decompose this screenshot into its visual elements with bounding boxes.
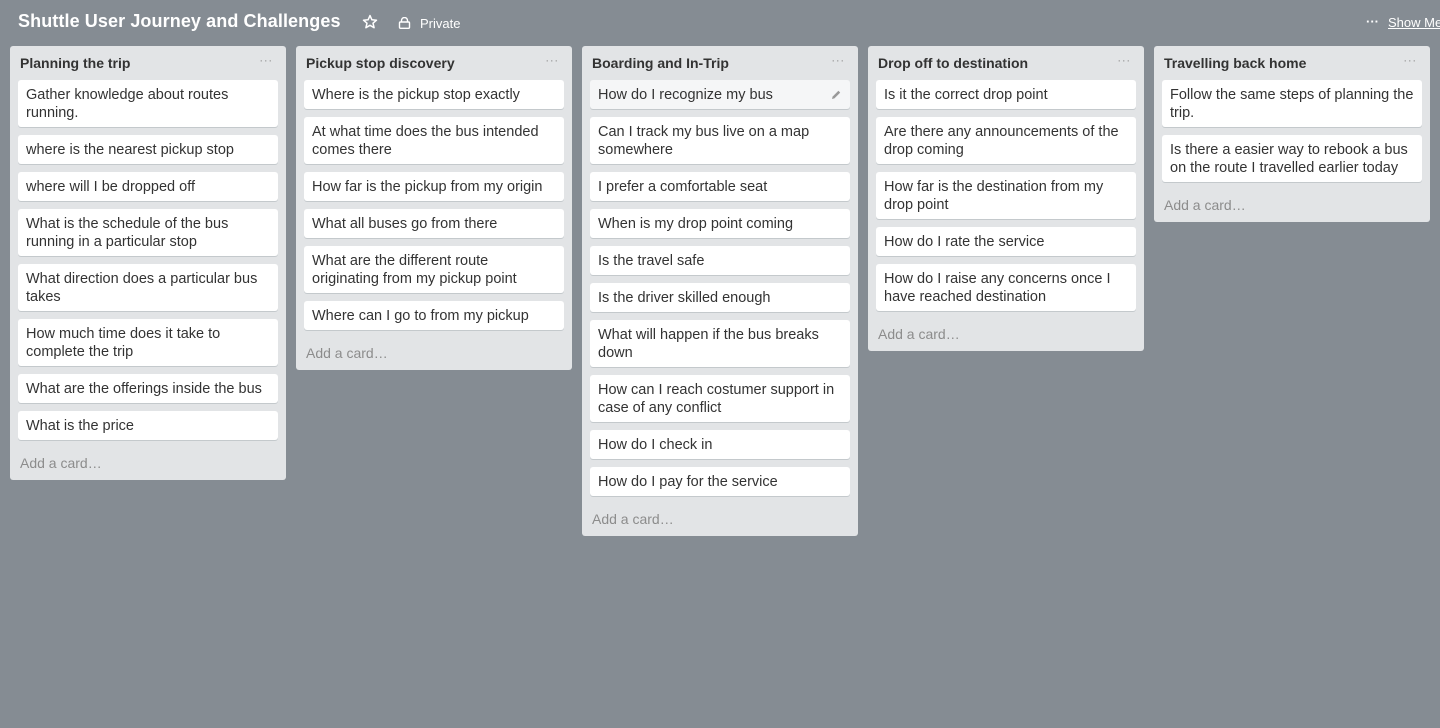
card[interactable]: where will I be dropped off <box>18 172 278 201</box>
card[interactable]: Gather knowledge about routes running. <box>18 80 278 127</box>
list-header: Drop off to destination ··· <box>876 46 1136 80</box>
card-text: How do I recognize my bus <box>598 87 773 103</box>
pencil-icon[interactable] <box>830 89 842 101</box>
card[interactable]: How do I pay for the service <box>590 467 850 496</box>
add-card-button[interactable]: Add a card… <box>590 504 850 536</box>
card[interactable]: What will happen if the bus breaks down <box>590 320 850 367</box>
list-header: Pickup stop discovery ··· <box>304 46 564 80</box>
list-menu-icon[interactable]: ··· <box>256 53 276 69</box>
card[interactable]: Follow the same steps of planning the tr… <box>1162 80 1422 127</box>
card[interactable]: When is my drop point coming <box>590 209 850 238</box>
card[interactable]: How far is the destination from my drop … <box>876 172 1136 219</box>
card[interactable]: How do I raise any concerns once I have … <box>876 264 1136 311</box>
card[interactable]: Where can I go to from my pickup <box>304 301 564 330</box>
add-card-button[interactable]: Add a card… <box>876 319 1136 351</box>
list-travelling-back-home: Travelling back home ··· Follow the same… <box>1154 46 1430 222</box>
list-drop-off-to-destination: Drop off to destination ··· Is it the co… <box>868 46 1144 351</box>
card[interactable]: How can I reach costumer support in case… <box>590 375 850 422</box>
list-title[interactable]: Travelling back home <box>1164 55 1306 71</box>
list-title[interactable]: Pickup stop discovery <box>306 55 455 71</box>
card[interactable]: How much time does it take to complete t… <box>18 319 278 366</box>
list-title[interactable]: Boarding and In-Trip <box>592 55 729 71</box>
card[interactable]: where is the nearest pickup stop <box>18 135 278 164</box>
show-menu-link[interactable]: Show Menu <box>1388 15 1440 30</box>
card[interactable]: How do I check in <box>590 430 850 459</box>
list-title[interactable]: Drop off to destination <box>878 55 1028 71</box>
card[interactable]: What direction does a particular bus tak… <box>18 264 278 311</box>
card[interactable]: What are the offerings inside the bus <box>18 374 278 403</box>
card[interactable]: What is the schedule of the bus running … <box>18 209 278 256</box>
list-menu-icon[interactable]: ··· <box>1400 53 1420 69</box>
list-title[interactable]: Planning the trip <box>20 55 130 71</box>
card[interactable]: Is there a easier way to rebook a bus on… <box>1162 135 1422 182</box>
board-header: Shuttle User Journey and Challenges Priv… <box>0 0 1440 44</box>
list-planning-the-trip: Planning the trip ··· Gather knowledge a… <box>10 46 286 480</box>
card[interactable]: I prefer a comfortable seat <box>590 172 850 201</box>
card[interactable]: What are the different route originating… <box>304 246 564 293</box>
card[interactable]: At what time does the bus intended comes… <box>304 117 564 164</box>
list-menu-icon[interactable]: ··· <box>1114 53 1134 69</box>
add-card-button[interactable]: Add a card… <box>18 448 278 480</box>
star-icon[interactable] <box>361 13 379 31</box>
card[interactable]: What all buses go from there <box>304 209 564 238</box>
list-menu-icon[interactable]: ··· <box>542 53 562 69</box>
list-header: Travelling back home ··· <box>1162 46 1422 80</box>
list-header: Boarding and In-Trip ··· <box>590 46 850 80</box>
add-card-button[interactable]: Add a card… <box>304 338 564 370</box>
card[interactable]: Is the travel safe <box>590 246 850 275</box>
board-title[interactable]: Shuttle User Journey and Challenges <box>18 11 341 32</box>
list-menu-icon[interactable]: ··· <box>828 53 848 69</box>
card[interactable]: Is it the correct drop point <box>876 80 1136 109</box>
list-pickup-stop-discovery: Pickup stop discovery ··· Where is the p… <box>296 46 572 370</box>
list-boarding-and-in-trip: Boarding and In-Trip ··· How do I recogn… <box>582 46 858 536</box>
privacy-button[interactable]: Private <box>398 14 460 32</box>
card[interactable]: Can I track my bus live on a map somewhe… <box>590 117 850 164</box>
menu-dots-icon[interactable]: ··· <box>1366 14 1379 29</box>
card[interactable]: Are there any announcements of the drop … <box>876 117 1136 164</box>
lock-icon <box>398 17 411 29</box>
card[interactable]: Where is the pickup stop exactly <box>304 80 564 109</box>
card[interactable]: Is the driver skilled enough <box>590 283 850 312</box>
card[interactable]: How far is the pickup from my origin <box>304 172 564 201</box>
list-header: Planning the trip ··· <box>18 46 278 80</box>
card[interactable]: How do I recognize my bus <box>590 80 850 109</box>
card[interactable]: How do I rate the service <box>876 227 1136 256</box>
add-card-button[interactable]: Add a card… <box>1162 190 1422 222</box>
card[interactable]: What is the price <box>18 411 278 440</box>
privacy-label: Private <box>420 15 461 31</box>
